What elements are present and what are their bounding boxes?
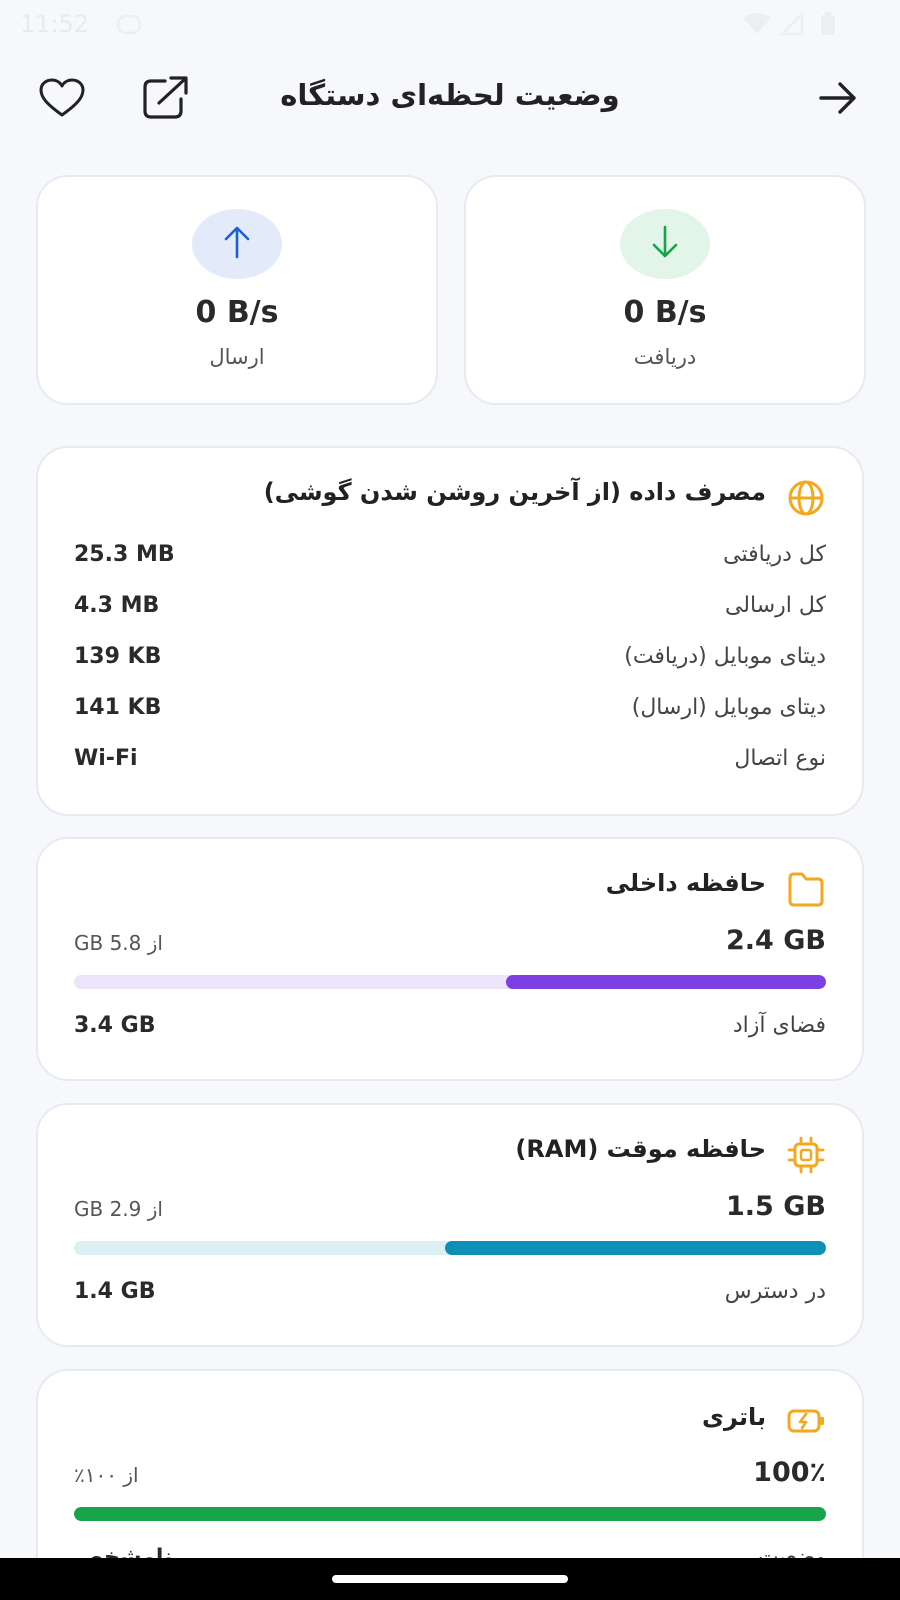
storage-card: حافظه داخلی 2.4 GB از 5.8 GB فضای آزاد 3… xyxy=(36,837,864,1081)
upload-speed-value: 0 B/s xyxy=(195,295,279,330)
data-usage-title: مصرف داده (از آخرین روشن شدن گوشی) xyxy=(263,478,766,506)
row-value-connection-type: Wi-Fi xyxy=(74,746,138,771)
battery-title: باتری xyxy=(702,1403,766,1431)
battery-status-icon xyxy=(820,12,836,40)
download-speed-label: دریافت xyxy=(633,345,697,369)
download-speed-value: 0 B/s xyxy=(623,295,707,330)
upload-speed-label: ارسال xyxy=(209,345,265,369)
ram-progress-fill xyxy=(444,1241,826,1255)
row-value-total-received: 25.3 MB xyxy=(74,542,175,567)
ram-title: حافظه موقت (RAM) xyxy=(515,1135,766,1163)
upload-icon-badge xyxy=(192,209,282,279)
arrow-right-icon xyxy=(818,81,858,119)
ram-total-label: از 2.9 GB xyxy=(74,1197,163,1221)
wifi-icon xyxy=(742,12,772,40)
ram-progress-bar xyxy=(74,1241,826,1255)
storage-free-value: 3.4 GB xyxy=(74,1013,156,1038)
battery-progress-bar xyxy=(74,1507,826,1521)
battery-progress-fill xyxy=(74,1507,826,1521)
ram-card: حافظه موقت (RAM) 1.5 GB از 2.9 GB در دست… xyxy=(36,1103,864,1347)
row-value-total-sent: 4.3 MB xyxy=(74,593,160,618)
arrow-down-icon xyxy=(650,225,680,263)
app-bar: وضعیت لحظه‌ای دستگاه xyxy=(0,62,900,134)
battery-charging-icon xyxy=(786,1401,826,1441)
storage-progress-bar xyxy=(74,975,826,989)
ram-available-label: در دسترس xyxy=(724,1279,826,1304)
ram-used-value: 1.5 GB xyxy=(726,1191,826,1222)
page-title: وضعیت لحظه‌ای دستگاه xyxy=(280,78,620,112)
system-nav-bar xyxy=(0,1558,900,1600)
signal-icon xyxy=(778,10,804,40)
row-label-connection-type: نوع اتصال xyxy=(734,746,826,771)
battery-level-value: 100٪ xyxy=(753,1457,826,1488)
row-label-mobile-received: دیتای موبایل (دریافت) xyxy=(624,644,826,669)
folder-icon xyxy=(786,869,826,909)
upload-speed-card: 0 B/s ارسال xyxy=(36,175,438,405)
download-speed-card: 0 B/s دریافت xyxy=(464,175,866,405)
row-label-total-received: کل دریافتی xyxy=(723,542,826,567)
ram-available-value: 1.4 GB xyxy=(74,1279,156,1304)
row-value-mobile-received: 139 KB xyxy=(74,644,162,669)
notification-icon xyxy=(116,12,142,40)
row-value-mobile-sent: 141 KB xyxy=(74,695,162,720)
storage-total-label: از 5.8 GB xyxy=(74,931,163,955)
status-time: 11:52 xyxy=(20,10,90,38)
arrow-up-icon xyxy=(222,225,252,263)
download-icon-badge xyxy=(620,209,710,279)
storage-title: حافظه داخلی xyxy=(605,869,766,897)
globe-icon xyxy=(786,478,826,518)
storage-free-label: فضای آزاد xyxy=(732,1013,826,1038)
status-bar: 11:52 xyxy=(0,0,900,48)
storage-progress-fill xyxy=(506,975,826,989)
row-label-total-sent: کل ارسالی xyxy=(724,593,826,618)
storage-used-value: 2.4 GB xyxy=(726,925,826,956)
data-usage-card: مصرف داده (از آخرین روشن شدن گوشی) کل در… xyxy=(36,446,864,816)
back-button[interactable] xyxy=(812,74,864,126)
row-label-mobile-sent: دیتای موبایل (ارسال) xyxy=(631,695,826,720)
chip-icon xyxy=(786,1135,826,1175)
battery-of-label: از ۱۰۰٪ xyxy=(74,1463,139,1487)
home-gesture-handle[interactable] xyxy=(332,1575,568,1583)
